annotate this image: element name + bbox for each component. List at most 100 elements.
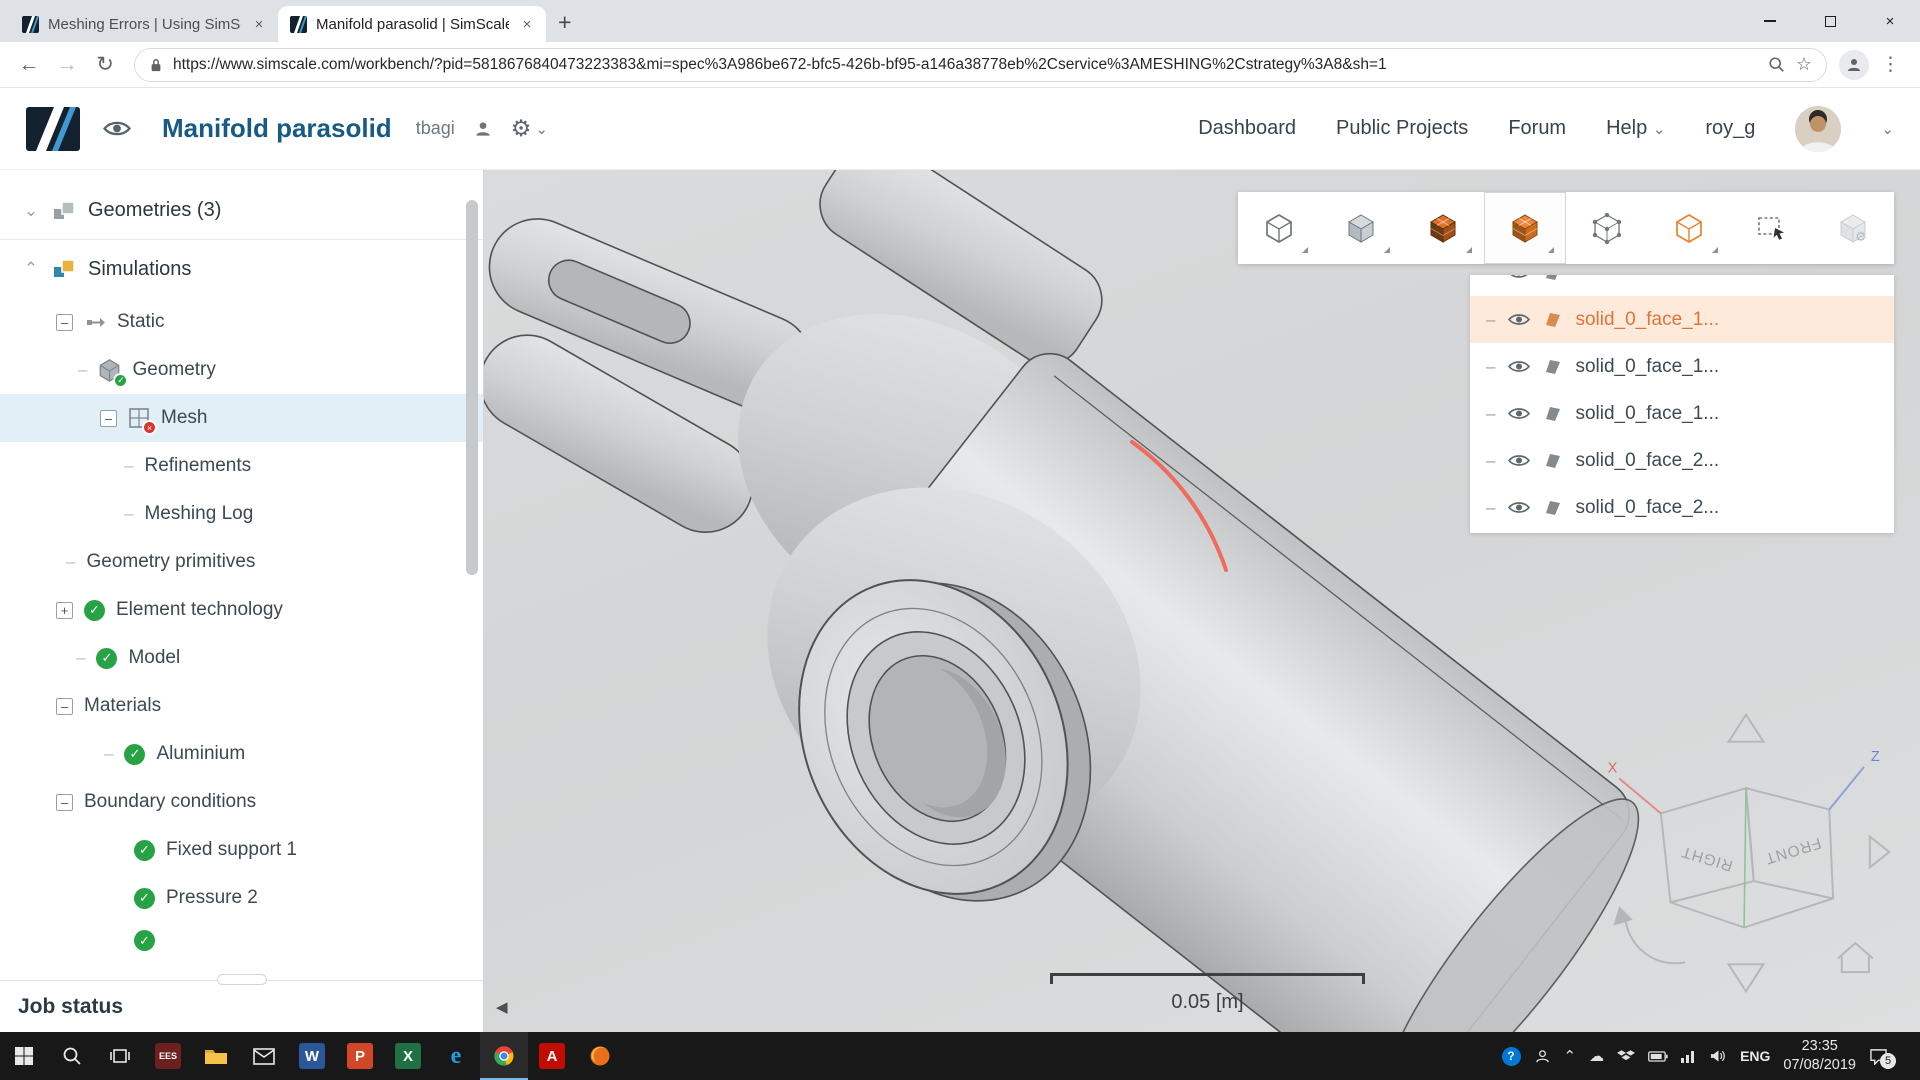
tree-item-element-technology[interactable]: + ✓ Element technology <box>0 586 483 634</box>
visibility-eye-icon[interactable] <box>1507 359 1531 374</box>
visibility-eye-icon[interactable] <box>1507 500 1531 515</box>
mesh-quality-dark-button[interactable] <box>1402 192 1484 264</box>
box-select-button[interactable] <box>1730 192 1812 264</box>
taskbar-app-powerpoint[interactable]: P <box>336 1032 384 1080</box>
bookmark-star-icon[interactable]: ☆ <box>1796 54 1812 75</box>
volume-icon[interactable] <box>1710 1049 1727 1063</box>
tree-item-geometry-primitives[interactable]: – Geometry primitives <box>0 538 483 586</box>
chevron-down-icon[interactable]: ⌄ <box>22 201 40 221</box>
job-status-panel[interactable]: Job status <box>0 980 483 1032</box>
tab-close-icon[interactable]: × <box>518 16 536 33</box>
start-button[interactable] <box>0 1032 48 1080</box>
back-button[interactable]: ← <box>12 48 46 82</box>
tree-item-boundary-conditions[interactable]: – Boundary conditions <box>0 778 483 826</box>
address-bar[interactable]: https://www.simscale.com/workbench/?pid=… <box>134 48 1827 82</box>
collapse-expander[interactable]: – <box>56 698 73 715</box>
nav-public-projects[interactable]: Public Projects <box>1336 117 1468 140</box>
tree-item-meshing-log[interactable]: – Meshing Log <box>0 490 483 538</box>
username[interactable]: roy_g <box>1705 117 1755 140</box>
close-button[interactable]: × <box>1860 0 1920 42</box>
mesh-settings-button[interactable]: ⚙ <box>1812 192 1894 264</box>
network-signal-icon[interactable] <box>1681 1050 1697 1063</box>
battery-icon[interactable] <box>1648 1051 1668 1062</box>
nav-up-arrow[interactable] <box>1729 715 1764 742</box>
new-tab-button[interactable]: + <box>546 9 585 42</box>
visibility-eye-icon[interactable] <box>1507 406 1531 421</box>
mesh-quality-orange-button[interactable] <box>1484 192 1566 264</box>
wireframe-cube-button[interactable] <box>1648 192 1730 264</box>
refresh-button[interactable]: ↻ <box>88 48 122 82</box>
nav-face-right-label[interactable]: RIGHT <box>1679 842 1735 874</box>
nav-rotate-arrow[interactable] <box>1625 916 1685 963</box>
language-indicator[interactable]: ENG <box>1740 1048 1770 1064</box>
tree-item-static[interactable]: – Static <box>0 298 483 346</box>
tree-item-fixed-support-1[interactable]: ✓ Fixed support 1 <box>0 826 483 874</box>
taskbar-app-excel[interactable]: X <box>384 1032 432 1080</box>
taskbar-app-acrobat[interactable]: A <box>528 1032 576 1080</box>
tree-item-geometries[interactable]: ⌄ Geometries (3) <box>0 182 483 240</box>
taskbar-app-ees[interactable]: EES <box>144 1032 192 1080</box>
project-settings-button[interactable]: ⚙ ⌄ <box>511 115 548 142</box>
taskbar-app-word[interactable]: W <box>288 1032 336 1080</box>
face-list-row[interactable]: – solid_0_face_1... <box>1470 390 1894 437</box>
tab-close-icon[interactable]: × <box>250 16 268 33</box>
nav-face-right[interactable] <box>1661 788 1754 902</box>
collapse-expander[interactable]: – <box>100 410 117 427</box>
taskbar-app-chrome[interactable] <box>480 1032 528 1080</box>
people-icon[interactable] <box>1534 1048 1551 1065</box>
geometry-cube-button[interactable] <box>1238 192 1320 264</box>
maximize-button[interactable] <box>1800 0 1860 42</box>
navigation-cube[interactable]: RIGHT FRONT X Z <box>1596 704 1896 1002</box>
face-list-row[interactable]: – solid_0_face_2... <box>1470 484 1894 531</box>
tree-item-model[interactable]: – ✓ Model <box>0 634 483 682</box>
dropbox-icon[interactable] <box>1617 1049 1635 1064</box>
forward-button[interactable]: → <box>50 48 84 82</box>
visibility-eye-icon[interactable] <box>1507 312 1531 327</box>
tree-item-materials[interactable]: – Materials <box>0 682 483 730</box>
collapse-expander[interactable]: – <box>56 314 73 331</box>
help-icon[interactable]: ? <box>1502 1047 1521 1066</box>
face-list-row[interactable]: – <box>1470 275 1894 296</box>
visibility-eye-icon[interactable] <box>1507 453 1531 468</box>
search-button[interactable] <box>48 1032 96 1080</box>
collapse-expander[interactable]: – <box>56 794 73 811</box>
taskbar-app-mail[interactable] <box>240 1032 288 1080</box>
tree-item-geometry[interactable]: – ✓ Geometry <box>0 346 483 394</box>
chevron-up-icon[interactable]: ⌃ <box>1564 1047 1577 1065</box>
face-list-row[interactable]: – solid_0_face_2... <box>1470 437 1894 484</box>
taskbar-clock[interactable]: 23:35 07/08/2019 <box>1783 1037 1856 1075</box>
lattice-cube-button[interactable] <box>1566 192 1648 264</box>
tree-item-simulations[interactable]: ⌃ Simulations <box>0 240 483 298</box>
nav-down-arrow[interactable] <box>1729 964 1764 991</box>
nav-dashboard[interactable]: Dashboard <box>1198 117 1296 140</box>
simscale-logo[interactable] <box>26 107 80 151</box>
onedrive-cloud-icon[interactable]: ☁ <box>1589 1047 1604 1065</box>
chevron-down-icon[interactable]: ⌄ <box>1881 120 1894 138</box>
minimize-button[interactable] <box>1740 0 1800 42</box>
shaded-cube-button[interactable] <box>1320 192 1402 264</box>
tree-item-refinements[interactable]: – Refinements <box>0 442 483 490</box>
action-center-button[interactable]: 5 <box>1869 1048 1892 1065</box>
taskbar-app-firefox[interactable] <box>576 1032 624 1080</box>
visibility-eye-icon[interactable] <box>1507 275 1531 280</box>
tab-manifold-parasolid[interactable]: Manifold parasolid | SimScale Wo × <box>278 6 546 42</box>
tree-item-pressure-2[interactable]: ✓ Pressure 2 <box>0 874 483 922</box>
nav-right-arrow[interactable] <box>1870 837 1889 868</box>
home-icon[interactable] <box>1838 943 1873 972</box>
tree-item-aluminium[interactable]: – ✓ Aluminium <box>0 730 483 778</box>
tree-item-clipped[interactable]: ✓ <box>0 922 483 952</box>
user-avatar[interactable] <box>1795 106 1841 152</box>
browser-profile-button[interactable] <box>1839 50 1869 80</box>
nav-forum[interactable]: Forum <box>1508 117 1566 140</box>
face-list-row[interactable]: – solid_0_face_1... <box>1470 343 1894 390</box>
taskbar-app-file-explorer[interactable] <box>192 1032 240 1080</box>
nav-face-front-label[interactable]: FRONT <box>1763 834 1824 867</box>
sidebar-collapse-arrow[interactable]: ◀ <box>496 998 508 1016</box>
panel-drag-handle-icon[interactable] <box>217 974 267 985</box>
tree-item-mesh[interactable]: – × Mesh <box>0 394 483 442</box>
chevron-up-icon[interactable]: ⌃ <box>22 259 40 279</box>
tab-meshing-errors[interactable]: Meshing Errors | Using SimScale × <box>10 6 278 42</box>
expand-expander[interactable]: + <box>56 602 73 619</box>
browser-menu-icon[interactable]: ⋮ <box>1873 53 1908 76</box>
task-view-button[interactable] <box>96 1032 144 1080</box>
